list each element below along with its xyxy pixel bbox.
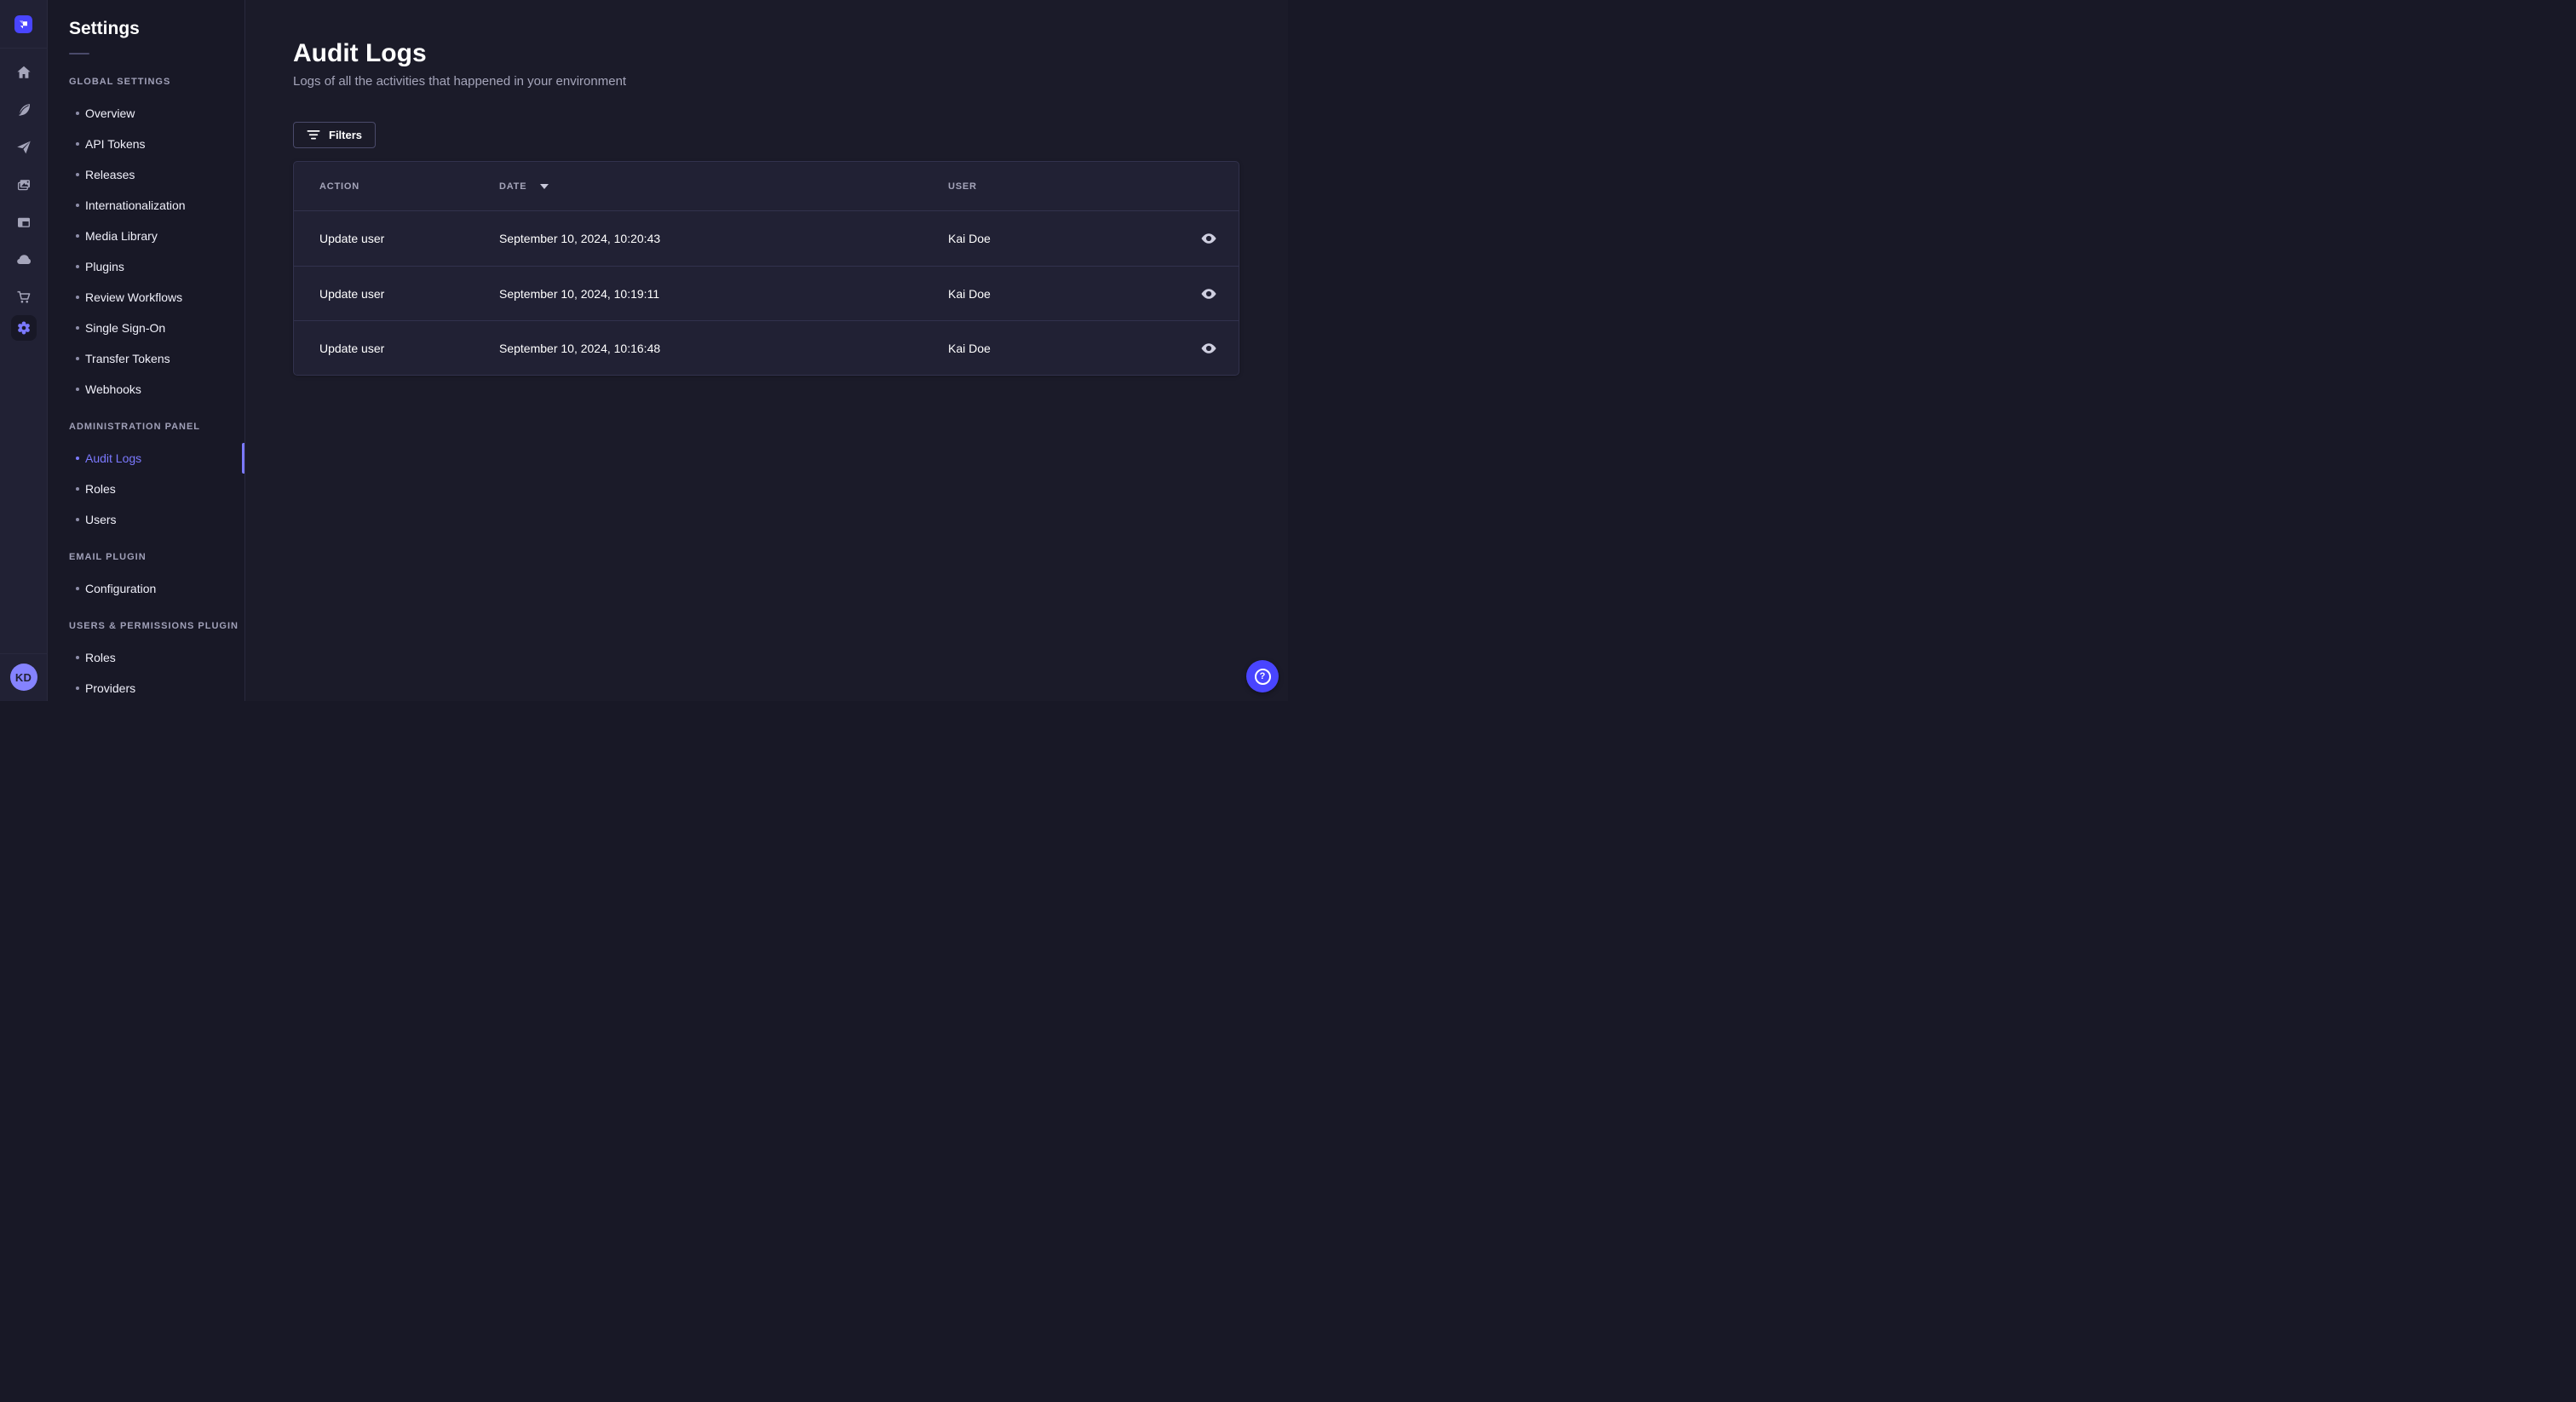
strapi-logo-icon[interactable] — [14, 14, 32, 33]
sidebar-item-webhooks[interactable]: Webhooks — [48, 374, 244, 405]
settings-subnav: Settings Global Settings Overview API To… — [48, 0, 245, 701]
layout-panel-icon[interactable] — [16, 215, 32, 230]
eye-icon — [1201, 288, 1216, 299]
sidebar-item-admin-roles[interactable]: Roles — [48, 474, 244, 504]
main-nav-rail: KD — [0, 0, 48, 701]
cloud-icon[interactable] — [16, 252, 32, 267]
sidebar-item-media-library[interactable]: Media Library — [48, 221, 244, 251]
sidebar-item-releases[interactable]: Releases — [48, 159, 244, 190]
feather-icon[interactable] — [16, 102, 32, 118]
cell-action: Update user — [319, 286, 385, 301]
sidebar-item-admin-users[interactable]: Users — [48, 504, 244, 535]
table-header-row: Action Date User — [294, 162, 1239, 211]
sidebar-item-overview[interactable]: Overview — [48, 98, 244, 129]
cell-date: September 10, 2024, 10:20:43 — [499, 232, 661, 245]
section-label-administration-panel: Administration Panel — [69, 422, 201, 432]
home-icon[interactable] — [16, 65, 32, 80]
sidebar-item-email-configuration[interactable]: Configuration — [48, 573, 244, 604]
cell-date: September 10, 2024, 10:19:11 — [499, 286, 660, 301]
paper-plane-icon[interactable] — [16, 140, 32, 155]
cell-action: Update user — [319, 341, 385, 355]
main-content: Audit Logs Logs of all the activities th… — [245, 0, 1288, 701]
table-row: Update user September 10, 2024, 10:16:48… — [294, 320, 1239, 375]
section-list-email-plugin: Configuration — [48, 573, 244, 604]
cell-user: Kai Doe — [948, 286, 991, 301]
gear-icon[interactable] — [10, 315, 37, 341]
cell-user: Kai Doe — [948, 232, 991, 245]
section-label-email-plugin: Email Plugin — [69, 552, 147, 562]
cell-date: September 10, 2024, 10:16:48 — [499, 341, 661, 355]
column-header-action: Action — [319, 181, 359, 192]
rail-icon-list — [10, 49, 37, 341]
rail-footer: KD — [0, 653, 47, 701]
section-label-global-settings: Global Settings — [69, 77, 171, 87]
avatar[interactable]: KD — [9, 664, 37, 691]
subnav-title: Settings — [69, 19, 140, 38]
sidebar-item-api-tokens[interactable]: API Tokens — [48, 129, 244, 159]
sidebar-item-review-workflows[interactable]: Review Workflows — [48, 282, 244, 313]
title-divider — [69, 53, 89, 55]
filters-button[interactable]: Filters — [293, 122, 377, 148]
question-mark-icon: ? — [1254, 668, 1271, 685]
audit-logs-table: Action Date User Update user September 1… — [293, 161, 1239, 376]
sidebar-item-internationalization[interactable]: Internationalization — [48, 190, 244, 221]
help-button[interactable]: ? — [1246, 660, 1279, 692]
media-library-icon[interactable] — [16, 177, 32, 192]
page-title: Audit Logs — [293, 39, 427, 67]
table-row: Update user September 10, 2024, 10:20:43… — [294, 211, 1239, 266]
sidebar-item-single-sign-on[interactable]: Single Sign-On — [48, 313, 244, 343]
page-subtitle: Logs of all the activities that happened… — [293, 74, 627, 89]
section-list-global-settings: Overview API Tokens Releases Internation… — [48, 98, 244, 405]
sidebar-item-up-providers[interactable]: Providers — [48, 673, 244, 701]
section-list-users-permissions-plugin: Roles Providers — [48, 642, 244, 701]
sidebar-item-transfer-tokens[interactable]: Transfer Tokens — [48, 343, 244, 374]
eye-icon — [1201, 233, 1216, 244]
cart-icon[interactable] — [16, 290, 32, 305]
column-header-user: User — [948, 181, 977, 192]
table-row: Update user September 10, 2024, 10:19:11… — [294, 266, 1239, 320]
view-log-button[interactable] — [1194, 279, 1223, 308]
cell-action: Update user — [319, 232, 385, 245]
view-log-button[interactable] — [1194, 334, 1223, 363]
eye-icon — [1201, 342, 1216, 353]
cell-user: Kai Doe — [948, 341, 991, 355]
sort-desc-icon — [540, 183, 549, 189]
section-label-users-permissions-plugin: Users & Permissions plugin — [69, 621, 239, 631]
rail-header — [0, 0, 47, 49]
sidebar-item-audit-logs[interactable]: Audit Logs — [48, 443, 244, 474]
subnav-header: Settings — [48, 0, 244, 55]
filter-lines-icon — [307, 130, 320, 140]
sidebar-item-up-roles[interactable]: Roles — [48, 642, 244, 673]
filters-button-label: Filters — [329, 129, 363, 141]
sidebar-item-plugins[interactable]: Plugins — [48, 251, 244, 282]
view-log-button[interactable] — [1194, 224, 1223, 253]
section-list-administration-panel: Audit Logs Roles Users — [48, 443, 244, 535]
column-header-date[interactable]: Date — [499, 181, 948, 192]
